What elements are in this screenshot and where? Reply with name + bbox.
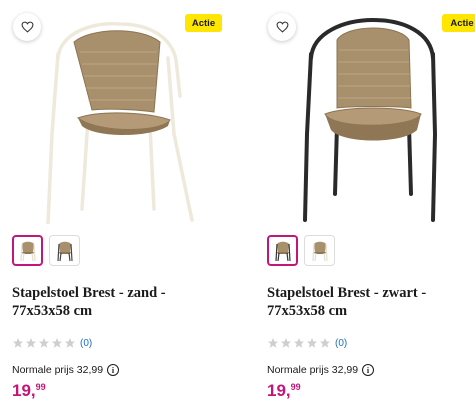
image-thumbnails (267, 235, 335, 266)
thumbnail-2[interactable] (304, 235, 335, 266)
star-icon (13, 338, 23, 348)
normal-price-label: Normale prijs 32,99 (267, 364, 359, 376)
product-card[interactable]: Actie (255, 0, 475, 405)
product-card[interactable]: Actie (0, 0, 222, 405)
star-icon (281, 338, 291, 348)
review-count-link[interactable]: (0) (80, 338, 92, 349)
sale-price: 19,99 (267, 381, 301, 401)
price-euros: 19, (12, 381, 36, 400)
chair-thumbnail (311, 241, 328, 261)
price-cents: 99 (35, 382, 46, 392)
star-icon (52, 338, 62, 348)
chair-thumbnail (19, 241, 36, 261)
price-euros: 19, (267, 381, 291, 400)
product-image[interactable] (30, 14, 202, 224)
star-icon (294, 338, 304, 348)
product-title-line2[interactable]: 77x53x58 cm (267, 302, 475, 320)
star-icon (39, 338, 49, 348)
rating[interactable]: (0) (267, 337, 347, 349)
price-cents: 99 (290, 382, 301, 392)
chair-thumbnail (56, 241, 73, 261)
normal-price: Normale prijs 32,99 i (267, 364, 375, 376)
product-title-line1[interactable]: Stapelstoel Brest - zwart - (267, 284, 475, 302)
normal-price: Normale prijs 32,99 i (12, 364, 120, 376)
product-title[interactable]: Stapelstoel Brest - zand - 77x53x58 cm (12, 284, 227, 320)
normal-price-label: Normale prijs 32,99 (12, 364, 104, 376)
sale-price: 19,99 (12, 381, 46, 401)
review-count-link[interactable]: (0) (335, 338, 347, 349)
star-icon (26, 338, 36, 348)
thumbnail-1[interactable] (267, 235, 298, 266)
thumbnail-2[interactable] (49, 235, 80, 266)
rating[interactable]: (0) (12, 337, 92, 349)
thumbnail-1[interactable] (12, 235, 43, 266)
image-thumbnails (12, 235, 80, 266)
star-icon (65, 338, 75, 348)
star-icon (307, 338, 317, 348)
chair-thumbnail (274, 241, 291, 261)
product-title[interactable]: Stapelstoel Brest - zwart - 77x53x58 cm (267, 284, 475, 320)
info-icon[interactable]: i (107, 364, 120, 376)
product-title-line1[interactable]: Stapelstoel Brest - zand - (12, 284, 227, 302)
star-icon (268, 338, 278, 348)
info-icon[interactable]: i (362, 364, 375, 376)
product-image[interactable] (285, 14, 457, 224)
star-icon (320, 338, 330, 348)
product-title-line2[interactable]: 77x53x58 cm (12, 302, 227, 320)
